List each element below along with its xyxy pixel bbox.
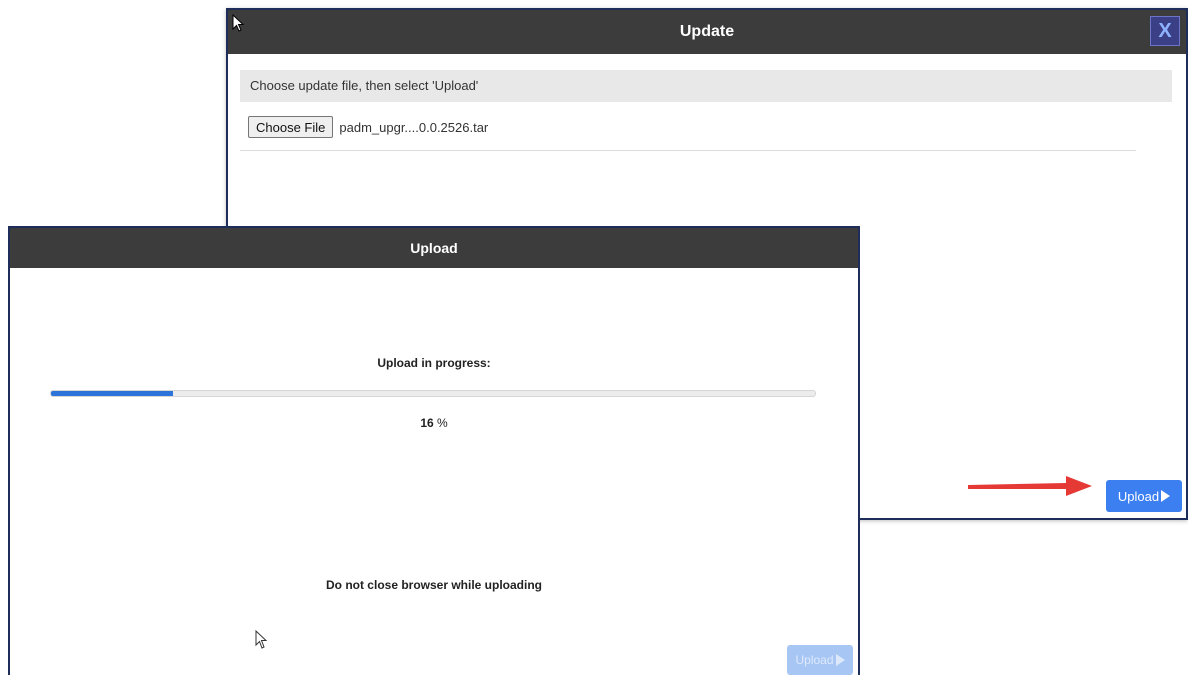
play-icon [835,654,845,666]
progress-percent: 16 % [10,416,858,430]
progress-bar [50,390,816,397]
play-icon [1161,490,1171,502]
progress-label: Upload in progress: [377,356,491,370]
selected-file-name: padm_upgr....0.0.2526.tar [339,119,489,135]
progress-percent-value: 16 [420,416,434,430]
upload-button[interactable]: Upload [1106,480,1182,512]
update-titlebar: Update X [228,10,1186,54]
upload-titlebar: Upload [10,228,858,268]
file-picker: Choose File padm_upgr....0.0.2526.tar [248,116,488,138]
instruction-text: Choose update file, then select 'Upload' [240,70,1172,102]
progress-bar-fill [51,391,174,396]
upload-dialog: Upload Upload in progress: 16 % Do not c… [8,226,860,675]
close-icon: X [1158,20,1172,42]
choose-file-button[interactable]: Choose File [248,116,334,138]
upload-button-label: Upload [795,653,834,667]
divider [240,150,1136,151]
close-button[interactable]: X [1150,16,1180,46]
upload-button-disabled[interactable]: Upload [787,645,853,675]
dialog-title: Upload [410,240,458,256]
progress-percent-unit: % [437,416,448,430]
red-arrow-icon [968,476,1092,496]
warning-text: Do not close browser while uploading [325,578,543,592]
dialog-title: Update [679,23,735,40]
mouse-cursor-icon [255,630,268,649]
upload-button-label: Upload [1117,488,1160,504]
